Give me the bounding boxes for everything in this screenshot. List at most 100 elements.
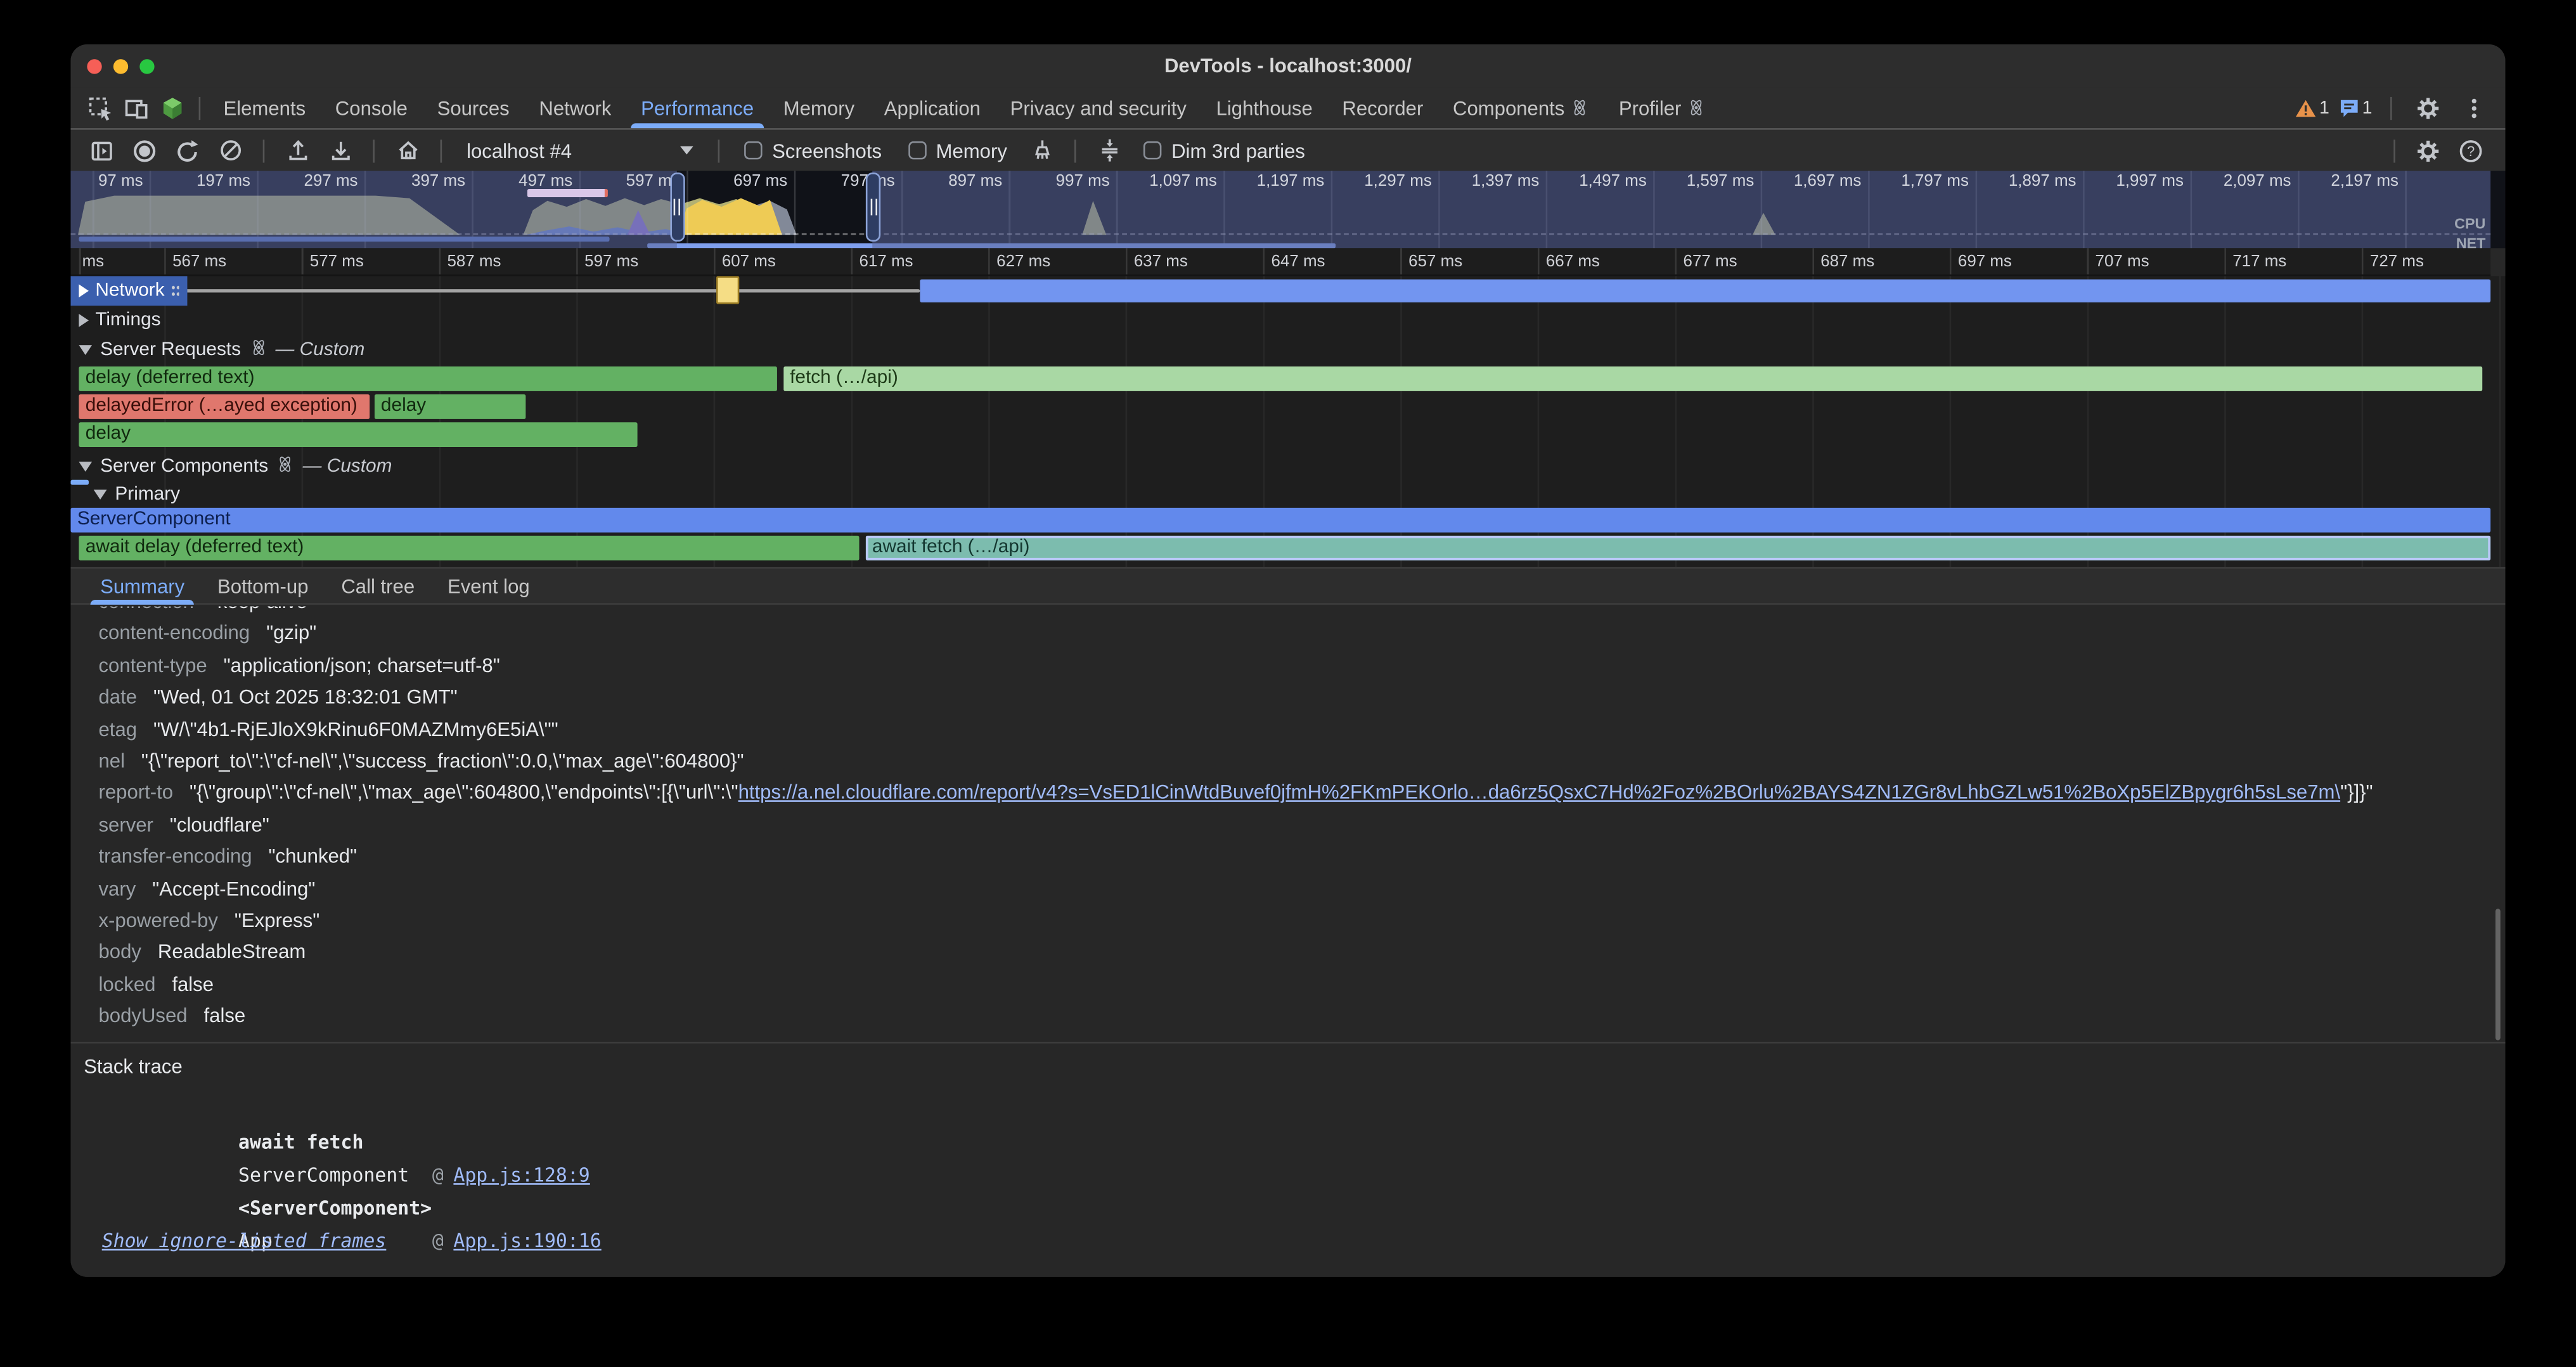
chevron-down-icon	[680, 146, 693, 155]
window-title: DevTools - localhost:3000/	[70, 55, 2505, 77]
home-icon[interactable]	[389, 134, 425, 167]
show-ignore-listed-link[interactable]: Show ignore-listed frames	[102, 1229, 387, 1252]
panel-tab-label: Memory	[783, 96, 854, 119]
flamechart-tracks: Network Timings Server Requests — Custom…	[70, 276, 2505, 567]
panel-tab[interactable]: Application	[869, 87, 995, 128]
header-row: x-powered-by"Express"	[99, 905, 2506, 937]
messages-badge[interactable]: 1	[2339, 98, 2372, 117]
panel-tab[interactable]: Network	[524, 87, 626, 128]
inspect-element-icon[interactable]	[82, 89, 119, 126]
stack-trace-title: Stack trace	[84, 1055, 183, 1078]
network-request-bar[interactable]	[717, 276, 740, 304]
panel-tab[interactable]: Console	[320, 87, 422, 128]
collect-garbage-icon[interactable]	[1024, 134, 1060, 167]
detail-tab[interactable]: Event log	[431, 569, 546, 603]
panel-tab-label: Sources	[437, 96, 510, 119]
checkbox-icon	[1143, 141, 1162, 160]
react-atom-icon	[249, 339, 267, 361]
header-row: date"Wed, 01 Oct 2025 18:32:01 GMT"	[99, 682, 2506, 714]
profile-select[interactable]: localhost #4	[457, 137, 704, 163]
memory-checkbox[interactable]: Memory	[898, 139, 1017, 162]
panel-tab[interactable]: Recorder	[1327, 87, 1438, 128]
frame-at: @	[432, 1229, 444, 1252]
detail-tab-label: Event log	[448, 574, 530, 597]
bar-label: delay	[381, 396, 426, 416]
minimap-tick-label: 1,997 ms	[2089, 172, 2184, 191]
bar-label: await delay (deferred text)	[86, 538, 304, 557]
panel-tab[interactable]: Sources	[422, 87, 524, 128]
react-atom-icon	[276, 455, 295, 478]
warnings-badge[interactable]: 1	[2295, 98, 2329, 117]
minimap-selection-handle[interactable]	[670, 172, 685, 242]
warning-icon	[2295, 98, 2316, 117]
extension-gem-icon[interactable]	[155, 89, 191, 126]
disclosure-down-icon	[94, 489, 107, 500]
track-network[interactable]: Network	[70, 276, 188, 306]
capture-settings-gear-icon[interactable]	[2410, 134, 2446, 167]
track-timings[interactable]: Timings	[70, 306, 169, 335]
timeline-minimap[interactable]: 97 ms197 ms297 ms397 ms497 ms597 ms697 m…	[70, 171, 2505, 249]
drag-handle-icon[interactable]	[171, 284, 179, 297]
panel-tab[interactable]: Performance	[626, 87, 769, 128]
header-key: bodyUsed	[99, 1004, 188, 1027]
load-profile-icon[interactable]	[280, 134, 316, 167]
divider	[2390, 96, 2392, 119]
summary-pane[interactable]: connection"keep-alive" content-encoding"…	[70, 606, 2505, 1042]
save-profile-icon[interactable]	[322, 134, 358, 167]
dim-3rd-parties-checkbox[interactable]: Dim 3rd parties	[1133, 139, 1315, 162]
server-requests-row-3: delay	[70, 422, 2490, 448]
minimap-tick-label: 1,397 ms	[1444, 172, 1539, 191]
header-value: ReadableStream	[158, 941, 306, 964]
frame-function: ServerComponent	[238, 1158, 432, 1191]
detail-tab[interactable]: Summary	[84, 569, 201, 603]
divider	[373, 139, 375, 162]
track-server-requests[interactable]: Server Requests — Custom	[70, 337, 373, 363]
device-toolbar-icon[interactable]	[119, 89, 155, 126]
timing-bar[interactable]: delay	[375, 394, 526, 419]
frame-function: await fetch	[238, 1125, 432, 1158]
timing-bar[interactable]: fetch (…/api)	[783, 366, 2482, 391]
detail-tab[interactable]: Call tree	[325, 569, 431, 603]
help-icon[interactable]: ?	[2453, 134, 2489, 167]
divider	[1074, 139, 1076, 162]
panel-tab[interactable]: Components	[1438, 87, 1604, 128]
component-bar[interactable]: await fetch (…/api)	[866, 536, 2491, 560]
scrollbar-thumb[interactable]	[2496, 909, 2501, 1040]
detail-tab[interactable]: Bottom-up	[201, 569, 325, 603]
panel-tab[interactable]: Privacy and security	[995, 87, 1201, 128]
screenshots-checkbox[interactable]: Screenshots	[735, 139, 892, 162]
toggle-sidebar-icon[interactable]	[84, 134, 120, 167]
kebab-menu-icon[interactable]	[2456, 89, 2492, 126]
track-primary[interactable]: Primary	[94, 481, 180, 507]
panel-tab[interactable]: Lighthouse	[1201, 87, 1327, 128]
source-location-link[interactable]: App.js:128:9	[453, 1163, 589, 1186]
report-url-link[interactable]: https://a.nel.cloudflare.com/report/v4?s…	[738, 781, 2341, 804]
panel-tab[interactable]: Elements	[209, 87, 320, 128]
timing-bar[interactable]: delayedError (…ayed exception)	[79, 394, 369, 419]
minimap-selection-handle[interactable]	[866, 172, 880, 242]
minimap-tick-label: 1,297 ms	[1337, 172, 1432, 191]
timing-bar[interactable]: delay	[79, 422, 638, 447]
component-bar[interactable]: ServerComponent	[70, 508, 2490, 533]
collapse-shortcuts-icon[interactable]	[1091, 134, 1127, 167]
panel-tab[interactable]: Memory	[768, 87, 869, 128]
timing-bar[interactable]: delay (deferred text)	[79, 366, 776, 391]
reload-and-record-icon[interactable]	[169, 134, 205, 167]
component-bar[interactable]: await delay (deferred text)	[79, 536, 859, 560]
panel-tab[interactable]: Profiler	[1604, 87, 1721, 128]
clear-icon[interactable]	[212, 134, 248, 167]
header-key: server	[99, 813, 153, 836]
header-row: connection"keep-alive"	[99, 606, 2506, 618]
minimap-tick-label: 597 ms	[584, 172, 679, 191]
record-icon[interactable]	[127, 134, 163, 167]
settings-gear-icon[interactable]	[2410, 89, 2446, 126]
track-server-components[interactable]: Server Components — Custom	[70, 453, 400, 479]
source-location-link[interactable]: App.js:190:16	[453, 1229, 601, 1252]
detail-tab-label: Bottom-up	[217, 574, 308, 597]
network-request-bar[interactable]	[920, 280, 2490, 302]
dim-3rd-parties-label: Dim 3rd parties	[1171, 139, 1305, 162]
ruler-tick-label: 717 ms	[2232, 253, 2286, 271]
react-atom-icon	[1571, 99, 1590, 117]
performance-toolbar: localhost #4 Screenshots Memory Dim 3r	[70, 130, 2505, 171]
network-request-bar[interactable]	[175, 289, 920, 292]
